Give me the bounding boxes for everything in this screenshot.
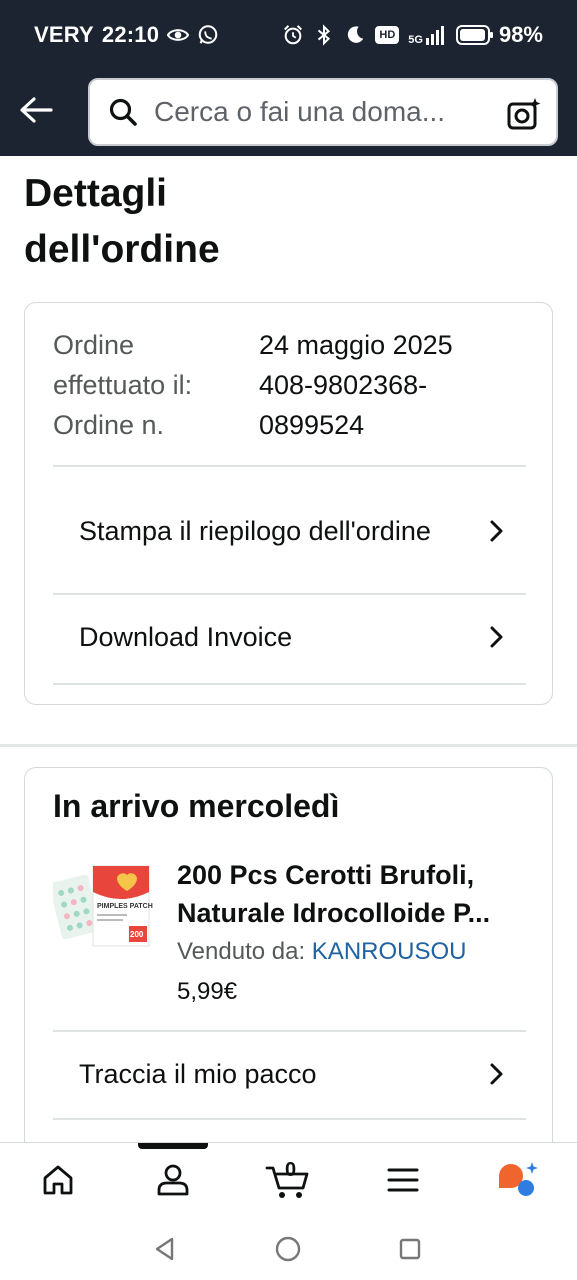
divider [53,1030,526,1032]
order-number-part1: 408-9802368- [259,370,428,400]
menu-icon [387,1168,419,1192]
divider [53,683,526,685]
order-number-label: Ordine n. [53,410,165,440]
triangle-back-icon [155,1237,174,1261]
divider [53,465,526,467]
track-package-label: Traccia il mio pacco [79,1059,317,1089]
nav-home[interactable] [28,1155,88,1205]
circle-home-icon [275,1236,301,1262]
product-title-line1[interactable]: 200 Pcs Cerotti Brufoli, [177,856,527,894]
system-home-button[interactable] [273,1234,303,1264]
download-invoice-link[interactable]: Download Invoice [53,613,526,661]
search-bar[interactable]: Cerca o fai una doma... [88,78,558,146]
home-icon [43,1165,73,1195]
carrier-label: VERY [34,22,94,47]
battery-percent: 98% [498,22,543,47]
product-info: 200 Pcs Cerotti Brufoli, Naturale Idroco… [177,856,527,1012]
app-header: Cerca o fai una doma... [0,72,577,156]
nav-rufus[interactable] [488,1155,548,1205]
seller-name-link[interactable]: KANROUSOU [312,938,467,965]
rufus-icon [499,1162,538,1196]
moon-icon [348,26,364,43]
back-arrow-icon [20,97,53,123]
nav-cart[interactable]: 0 [258,1155,318,1205]
alarm-icon [284,25,303,45]
svg-text:200: 200 [130,930,144,939]
section-separator [0,744,577,747]
cart-count: 0 [285,1159,297,1181]
camera-icon[interactable] [506,96,542,132]
divider [53,593,526,595]
order-summary-card: Ordine effettuato il: Ordine n. 24 maggi… [24,302,553,705]
signal-icon: 5G [408,25,447,46]
product-price: 5,99€ [177,978,238,1005]
square-recents-icon [399,1238,421,1260]
network-type: 5G [408,34,423,46]
order-date-label-2: effettuato il: [53,370,193,400]
nav-account[interactable] [143,1155,203,1205]
product-title-line2[interactable]: Naturale Idrocolloide P... [177,894,527,932]
arrival-title: In arrivo mercoledì [53,788,340,824]
seller-label: Venduto da: [177,938,306,965]
account-icon [157,1164,189,1196]
eye-icon [167,29,190,41]
bluetooth-icon [318,24,331,46]
bottom-nav: 0 [0,1142,577,1218]
seller-line: Venduto da: KANROUSOU [177,932,527,972]
order-date-label-1: Ordine [53,330,135,360]
back-button[interactable] [16,90,56,130]
product-item[interactable]: PIMPLES PATCH 200 200 Pcs Cerotti Brufol… [53,856,526,1006]
battery-icon [455,25,493,45]
system-back-button[interactable] [150,1234,180,1264]
nav-menu[interactable] [373,1155,433,1205]
print-summary-label: Stampa il riepilogo dell'ordine [79,516,431,546]
clock: 22:10 [101,22,160,47]
svg-text:PIMPLES PATCH: PIMPLES PATCH [97,903,153,910]
track-package-link[interactable]: Traccia il mio pacco [53,1050,526,1098]
active-tab-indicator [138,1143,208,1149]
divider [53,1118,526,1120]
order-info-labels: Ordine effettuato il: Ordine n. [53,325,253,445]
chevron-right-icon [490,1063,503,1085]
order-number-part2: 0899524 [259,410,365,440]
system-recents-button[interactable] [395,1234,425,1264]
product-thumbnail[interactable]: PIMPLES PATCH 200 [53,862,153,952]
search-icon [108,97,138,127]
shipment-card: In arrivo mercoledì PIMPLES PATCH 200 20… [24,767,553,1167]
system-nav-bar [0,1218,577,1280]
order-info-values: 24 maggio 2025 408-9802368- 0899524 [259,325,529,445]
whatsapp-icon [198,25,218,44]
chevron-right-icon [490,520,503,542]
status-bar: VERY 22:10 HD 5G 98% [0,0,577,72]
download-invoice-label: Download Invoice [79,622,293,652]
search-input[interactable]: Cerca o fai una doma... [154,96,484,128]
chevron-right-icon [490,626,503,648]
page-title: Dettagli dell'ordine [24,172,220,271]
order-date: 24 maggio 2025 [259,330,453,360]
print-summary-link[interactable]: Stampa il riepilogo dell'ordine [53,487,526,575]
hd-badge: HD [375,26,400,44]
